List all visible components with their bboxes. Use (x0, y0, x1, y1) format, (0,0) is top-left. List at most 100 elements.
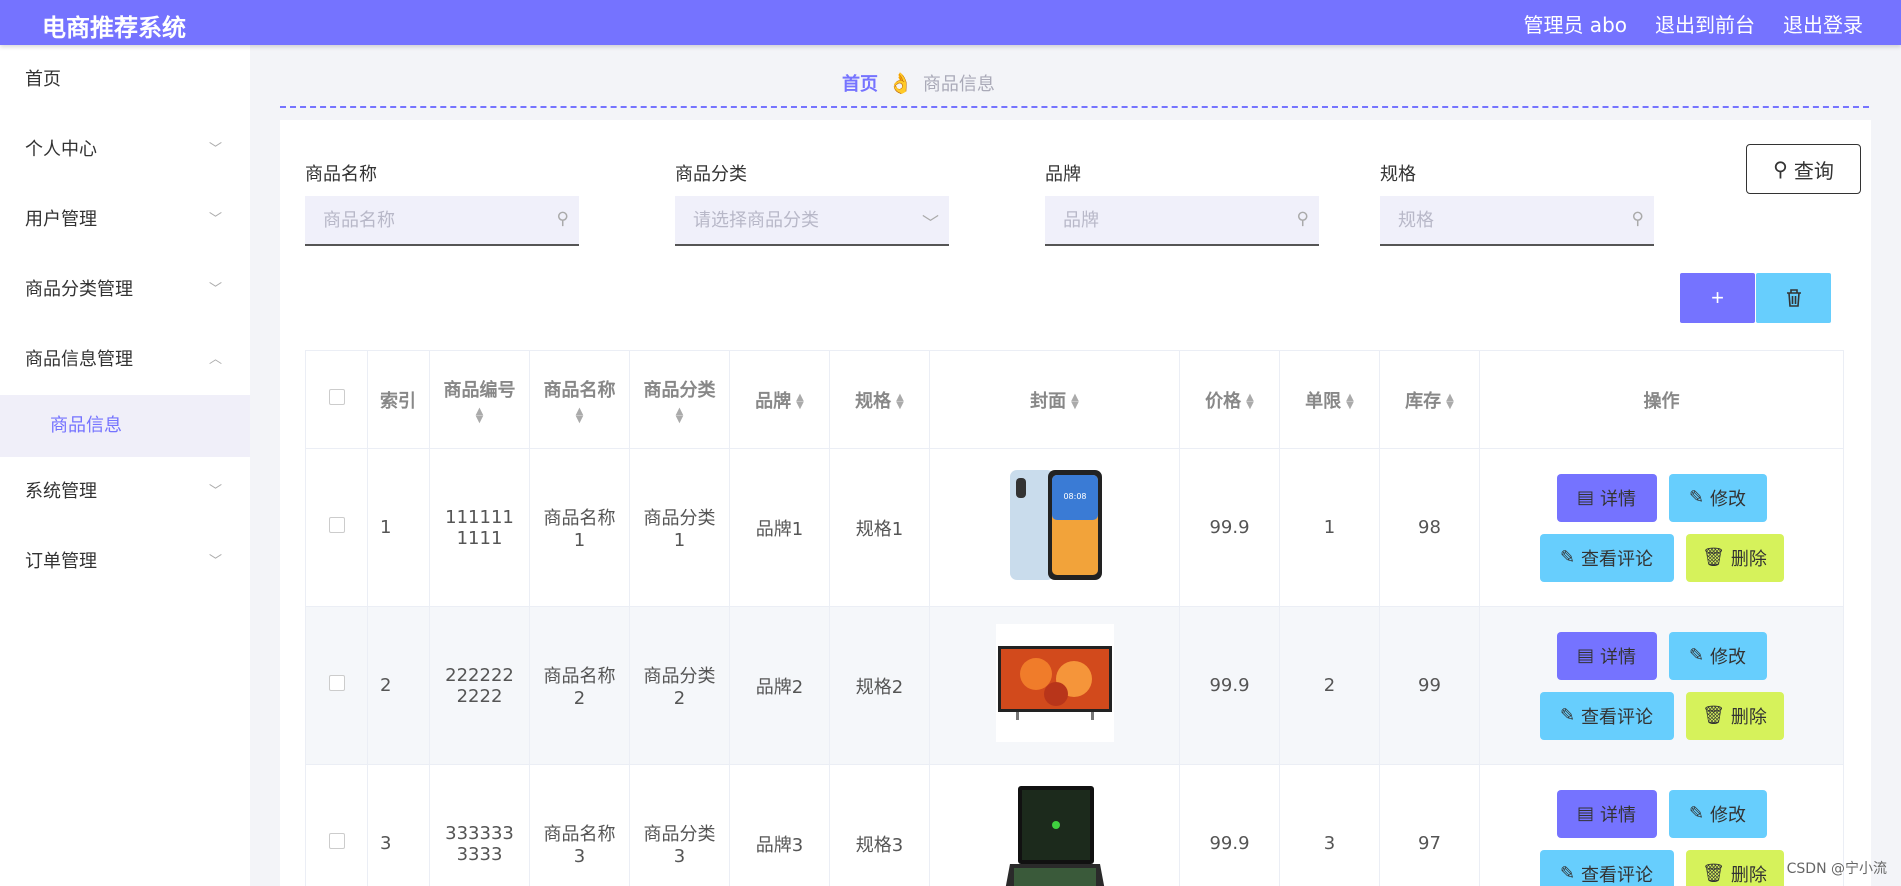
batch-delete-button[interactable] (1756, 273, 1831, 323)
row-checkbox[interactable] (328, 675, 345, 691)
select-all-header (305, 350, 368, 449)
search-icon: ⚲ (1773, 157, 1788, 181)
header-category[interactable]: 商品分类 ▲ ▼ (629, 350, 730, 449)
cell-code: 3333333333 (429, 764, 530, 886)
search-icon: ⚲ (556, 209, 569, 229)
header-code[interactable]: 商品编号 ▲ ▼ (429, 350, 530, 449)
logout-link[interactable]: 退出登录 (1783, 9, 1863, 38)
sidebar-item-personal-center[interactable]: 个人中心 ﹀ (0, 115, 250, 185)
row-checkbox[interactable] (328, 833, 345, 849)
cell-index: 1 (367, 448, 430, 607)
query-button[interactable]: ⚲ 查询 (1746, 144, 1861, 194)
search-name-label: 商品名称 (305, 164, 377, 185)
view-reviews-button[interactable]: ✎ 查看评论 (1539, 849, 1674, 886)
delete-button[interactable]: 🗑 删除 (1685, 691, 1784, 740)
laptop-cover-image (995, 782, 1114, 886)
sort-icon[interactable]: ▲ ▼ (1346, 392, 1354, 410)
back-to-front-link[interactable]: 退出到前台 (1655, 9, 1755, 38)
sort-icon[interactable]: ▲ ▼ (530, 406, 629, 424)
search-category-label: 商品分类 (675, 164, 747, 185)
cell-price: 99.9 (1179, 448, 1280, 607)
sidebar-item-label: 商品分类管理 (25, 279, 133, 300)
sidebar-item-label: 系统管理 (25, 481, 97, 502)
detail-button[interactable]: ▤ 详情 (1556, 789, 1657, 838)
delete-button[interactable]: 🗑 删除 (1685, 849, 1784, 886)
search-name-input[interactable] (305, 196, 579, 244)
sidebar-item-home[interactable]: 首页 (0, 45, 250, 115)
header-label: 封面 (1030, 390, 1067, 412)
hand-icon: 👌 (888, 71, 913, 95)
chevron-down-icon: ﹀ (208, 484, 222, 499)
sort-icon[interactable]: ▲ ▼ (430, 406, 529, 424)
detail-button-label: 详情 (1600, 804, 1636, 826)
header-brand[interactable]: 品牌 ▲ ▼ (729, 350, 830, 449)
brand-title: 电商推荐系统 (42, 14, 186, 42)
search-category-select[interactable] (675, 196, 949, 244)
edit-button[interactable]: ✎ 修改 (1668, 631, 1767, 680)
sidebar-item-category-management[interactable]: 商品分类管理 ﹀ (0, 255, 250, 325)
header-actions: 管理员 abo 退出到前台 退出登录 (1523, 9, 1863, 38)
cell-ops: ▤ 详情 ✎ 修改 ✎ 查看评论 🗑 删除 (1479, 606, 1844, 765)
sidebar-item-product-management[interactable]: 商品信息管理 ︿ (0, 325, 250, 395)
sort-icon[interactable]: ▲ ▼ (630, 406, 729, 424)
sidebar-item-order-management[interactable]: 订单管理 ﹀ (0, 527, 250, 597)
header-ops: 操作 (1479, 350, 1844, 449)
admin-label: 管理员 abo (1523, 13, 1627, 37)
sidebar-item-label: 首页 (25, 69, 61, 90)
detail-button-label: 详情 (1600, 488, 1636, 510)
view-reviews-button[interactable]: ✎ 查看评论 (1539, 691, 1674, 740)
table-header-row: 索引 商品编号 ▲ ▼ 商品名称 ▲ ▼ 商品分类 ▲ ▼ 品牌 ▲ ▼ 规格 ▲ ▼ 封面 ▲ ▼ 价… (305, 350, 1844, 449)
header-index: 索引 (367, 350, 430, 449)
sidebar-item-user-management[interactable]: 用户管理 ﹀ (0, 185, 250, 255)
sort-icon[interactable]: ▲ ▼ (796, 392, 804, 410)
detail-button[interactable]: ▤ 详情 (1556, 473, 1657, 522)
view-reviews-button-label: 查看评论 (1581, 864, 1654, 886)
edit-button-label: 修改 (1710, 646, 1747, 668)
header-price[interactable]: 价格 ▲ ▼ (1179, 350, 1280, 449)
cell-cover (929, 606, 1180, 765)
sidebar-item-product-info[interactable]: 商品信息 (0, 395, 250, 457)
search-icon: ⚲ (1631, 209, 1644, 229)
search-icon: ⚲ (1296, 209, 1309, 229)
add-button[interactable]: + (1680, 273, 1755, 323)
pencil-icon: ✎ (1688, 645, 1705, 666)
header-name[interactable]: 商品名称 ▲ ▼ (529, 350, 630, 449)
sidebar-item-label: 订单管理 (25, 551, 97, 572)
chevron-down-icon: ﹀ (208, 554, 222, 569)
header-spec[interactable]: 规格 ▲ ▼ (829, 350, 930, 449)
sidebar-item-system-management[interactable]: 系统管理 ﹀ (0, 457, 250, 527)
cell-price: 99.9 (1179, 764, 1280, 886)
sort-icon[interactable]: ▲ ▼ (896, 392, 904, 410)
search-spec-box: ⚲ (1380, 196, 1654, 246)
view-reviews-button[interactable]: ✎ 查看评论 (1539, 533, 1674, 582)
header-label: 品牌 (755, 390, 792, 412)
cell-name: 商品名称3 (529, 764, 630, 886)
header-cover[interactable]: 封面 ▲ ▼ (929, 350, 1180, 449)
product-table: 索引 商品编号 ▲ ▼ 商品名称 ▲ ▼ 商品分类 ▲ ▼ 品牌 ▲ ▼ 规格 ▲ ▼ 封面 ▲ ▼ 价… (305, 350, 1844, 886)
cell-price: 99.9 (1179, 606, 1280, 765)
pencil-icon: ✎ (1688, 487, 1705, 508)
delete-button[interactable]: 🗑 删除 (1685, 533, 1784, 582)
cell-category: 商品分类2 (629, 606, 730, 765)
cell-stock: 97 (1379, 764, 1480, 886)
breadcrumb-home[interactable]: 首页 (842, 70, 878, 96)
edit-button[interactable]: ✎ 修改 (1668, 473, 1767, 522)
header-stock[interactable]: 库存 ▲ ▼ (1379, 350, 1480, 449)
header-limit[interactable]: 单限 ▲ ▼ (1279, 350, 1380, 449)
search-brand-input[interactable] (1045, 196, 1319, 244)
row-checkbox[interactable] (328, 517, 345, 533)
search-spec-field: 规格 ⚲ (1380, 160, 1654, 246)
select-all-checkbox[interactable] (328, 389, 345, 405)
search-spec-input[interactable] (1380, 196, 1654, 244)
sort-icon[interactable]: ▲ ▼ (1246, 392, 1254, 410)
detail-button[interactable]: ▤ 详情 (1556, 631, 1657, 680)
sort-icon[interactable]: ▲ ▼ (1446, 392, 1454, 410)
row-select-cell (305, 448, 368, 607)
sort-icon[interactable]: ▲ ▼ (1071, 392, 1079, 410)
edit-button[interactable]: ✎ 修改 (1668, 789, 1767, 838)
trash-icon: 🗑 (1702, 705, 1725, 726)
cell-index: 2 (367, 606, 430, 765)
cell-ops: ▤ 详情 ✎ 修改 ✎ 查看评论 🗑 删除 (1479, 448, 1844, 607)
delete-button-label: 删除 (1730, 706, 1767, 728)
delete-button-label: 删除 (1730, 548, 1767, 570)
